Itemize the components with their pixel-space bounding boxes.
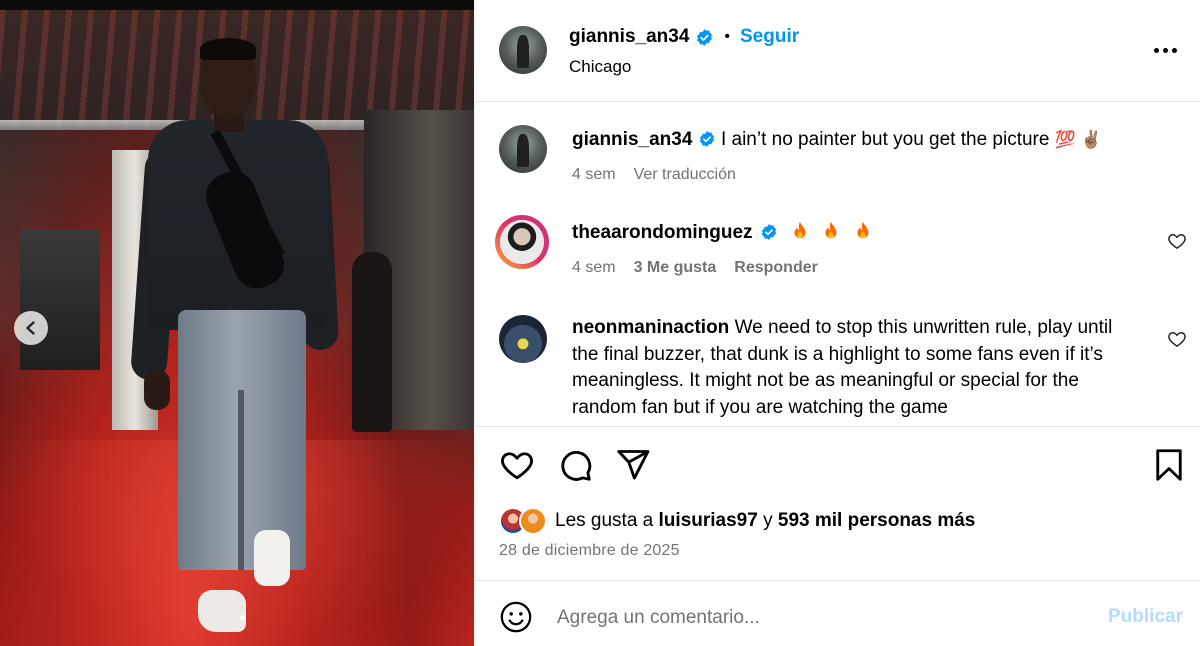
publish-button[interactable]: Publicar bbox=[1108, 606, 1183, 628]
separator-dot: • bbox=[724, 28, 730, 45]
comment-text-row: theaarondominguez bbox=[572, 220, 1121, 247]
verified-badge-icon bbox=[697, 28, 713, 46]
post-location[interactable]: Chicago bbox=[569, 57, 631, 77]
likes-conjunction: y bbox=[763, 510, 773, 531]
caption-text-row: giannis_an34 I ain’t no painter but you … bbox=[572, 127, 1121, 154]
comment-time[interactable]: 4 sem bbox=[572, 259, 616, 277]
carousel-prev-button[interactable] bbox=[14, 311, 48, 345]
more-horizontal-icon bbox=[1153, 47, 1159, 53]
caption-text: I ain’t no painter but you get the pictu… bbox=[720, 129, 1050, 150]
post-date[interactable]: 28 de diciembre de 2025 bbox=[499, 542, 680, 560]
verified-badge-icon bbox=[761, 224, 776, 240]
add-comment-bar: Publicar bbox=[475, 582, 1200, 646]
comments-list[interactable]: giannis_an34 I ain’t no painter but you … bbox=[475, 103, 1200, 425]
more-options-button[interactable] bbox=[1147, 36, 1183, 64]
carousel-indicator-dot bbox=[240, 615, 246, 621]
caption-time[interactable]: 4 sem bbox=[572, 166, 616, 184]
comment-likes-count[interactable]: 3 Me gusta bbox=[634, 259, 717, 277]
likes-summary[interactable]: Les gusta a luisurias97 y 593 mil person… bbox=[499, 507, 975, 535]
comment-icon[interactable] bbox=[557, 447, 593, 483]
post-header: giannis_an34 • Seguir Chicago bbox=[475, 0, 1200, 102]
author-avatar[interactable] bbox=[499, 26, 547, 74]
likes-others-count[interactable]: 593 mil personas más bbox=[778, 510, 976, 531]
commenter-avatar[interactable] bbox=[499, 315, 547, 363]
reply-button[interactable]: Responder bbox=[734, 259, 818, 277]
author-row: giannis_an34 • Seguir bbox=[569, 26, 799, 48]
caption-username[interactable]: giannis_an34 bbox=[572, 129, 692, 150]
follow-button[interactable]: Seguir bbox=[740, 26, 799, 48]
send-icon[interactable] bbox=[615, 447, 651, 483]
likes-prefix: Les gusta a bbox=[555, 510, 654, 531]
liker-avatar bbox=[519, 507, 547, 535]
photo-player bbox=[130, 38, 340, 640]
author-username[interactable]: giannis_an34 bbox=[569, 26, 689, 48]
translate-button[interactable]: Ver traducción bbox=[634, 166, 736, 184]
chevron-left-icon bbox=[26, 321, 35, 335]
post-media[interactable] bbox=[0, 0, 474, 646]
like-comment-heart-icon[interactable] bbox=[1167, 231, 1187, 251]
heart-icon[interactable] bbox=[499, 447, 535, 483]
photo-background-person bbox=[352, 252, 392, 432]
like-comment-heart-icon[interactable] bbox=[1167, 329, 1187, 349]
photo-door bbox=[20, 230, 100, 370]
caption-emojis: 💯 ✌🏽 bbox=[1054, 130, 1102, 149]
caption-meta: 4 sem Ver traducción bbox=[572, 166, 736, 184]
comment-meta: 4 sem 3 Me gusta Responder bbox=[572, 259, 818, 277]
caption-avatar[interactable] bbox=[499, 125, 547, 173]
post-details-panel: giannis_an34 • Seguir Chicago giannis_an… bbox=[474, 0, 1200, 646]
commenter-username[interactable]: neonmaninaction bbox=[572, 317, 729, 338]
comment-text-row: neonmaninaction We need to stop this unw… bbox=[572, 315, 1121, 421]
likes-text: Les gusta a luisurias97 y 593 mil person… bbox=[555, 510, 975, 532]
media-top-bar bbox=[0, 0, 474, 10]
bookmark-icon[interactable] bbox=[1151, 447, 1187, 483]
fire-emoji-icon bbox=[857, 221, 869, 239]
verified-badge-icon bbox=[699, 131, 714, 147]
emoji-smiley-icon[interactable] bbox=[499, 600, 533, 634]
post-actions: Les gusta a luisurias97 y 593 mil person… bbox=[475, 426, 1200, 581]
comment-input[interactable] bbox=[557, 602, 1077, 634]
liker-username[interactable]: luisurias97 bbox=[659, 510, 758, 531]
fire-emoji-icon bbox=[825, 221, 837, 239]
commenter-avatar[interactable] bbox=[495, 215, 549, 269]
commenter-username[interactable]: theaarondominguez bbox=[572, 222, 753, 243]
fire-emoji-icon bbox=[794, 221, 806, 239]
